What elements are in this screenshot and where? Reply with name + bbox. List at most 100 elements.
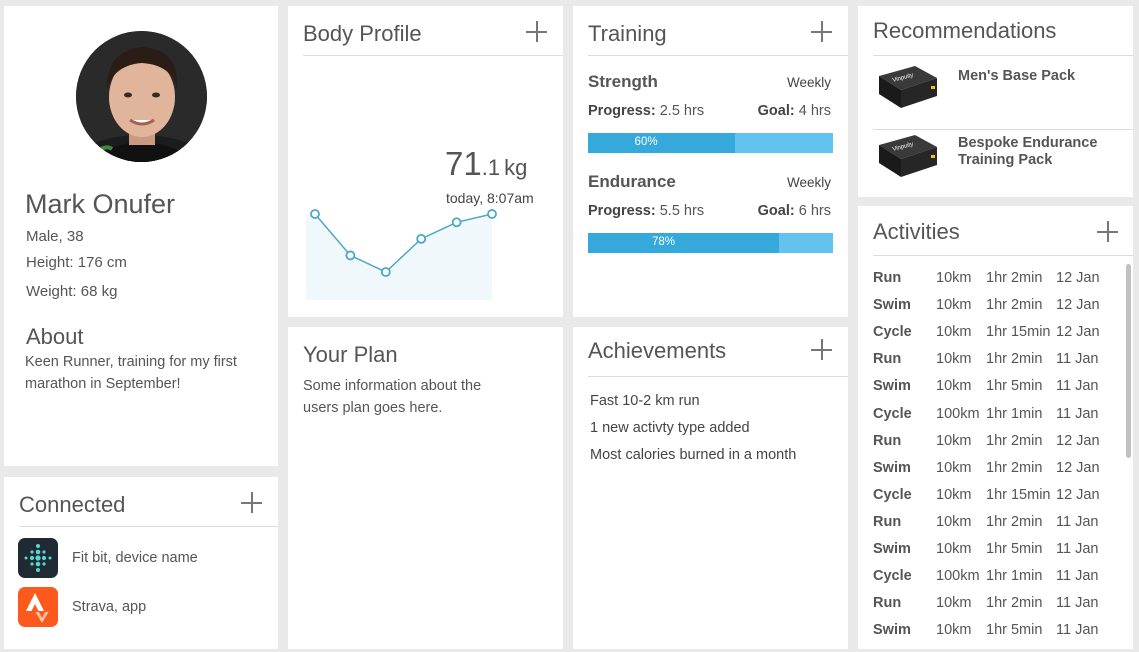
recommendation-item[interactable]: Vinpuity Men's Base Pack xyxy=(873,62,1133,130)
activity-distance: 10km xyxy=(936,324,972,341)
add-achievement-button[interactable] xyxy=(811,339,832,360)
activity-date: 11 Jan xyxy=(1056,405,1099,422)
activity-date: 11 Jan xyxy=(1056,351,1099,368)
training-period: Weekly xyxy=(786,175,831,190)
activities-scrollbar[interactable] xyxy=(1126,264,1131,458)
connected-header: Connected xyxy=(19,477,278,527)
progress-label: Progress: xyxy=(588,203,656,219)
connection-label: Fit bit, device name xyxy=(72,550,198,566)
achievement-item[interactable]: 1 new activty type added xyxy=(590,420,750,436)
training-progress: Progress: 5.5 hrs xyxy=(588,203,704,219)
trend-point xyxy=(310,209,320,219)
achievements-card: Achievements Fast 10-2 km run 1 new acti… xyxy=(573,327,848,649)
recommendation-item[interactable]: Vinpuity Bespoke Endurance Training Pack xyxy=(873,131,1133,197)
progress-label: Progress: xyxy=(588,103,656,119)
goal-label: Goal: xyxy=(757,103,795,119)
activity-date: 11 Jan xyxy=(1056,378,1099,395)
about-text: Keen Runner, training for my first marat… xyxy=(25,354,237,392)
trend-point xyxy=(451,217,462,228)
training-name: Endurance xyxy=(588,172,676,191)
weight-timestamp: today, 8:07am xyxy=(446,190,534,206)
activity-list[interactable]: Run 10km 1hr 2min 12 Jan Swim 10km 1hr 2min 12 … xyxy=(858,206,1133,649)
activity-duration: 1hr 2min xyxy=(986,351,1043,368)
achievements-header: Achievements xyxy=(588,327,848,377)
connection-label: Strava, app xyxy=(72,599,147,615)
activity-distance: 10km xyxy=(936,432,972,449)
progress-value: 2.5 hrs xyxy=(659,103,705,119)
activity-type: Cycle xyxy=(873,324,912,341)
connected-card: Connected Fit bit, device name Strava, a… xyxy=(4,477,278,649)
recommendations-header: Recommendations xyxy=(873,6,1133,56)
recommendation-name: Men's Base Pack xyxy=(958,68,1076,84)
activity-duration: 1hr 1min xyxy=(986,405,1043,422)
add-training-button[interactable] xyxy=(811,21,832,42)
activity-type: Cycle xyxy=(873,405,912,422)
activity-date: 12 Jan xyxy=(1056,297,1100,314)
training-goal: Goal: 4 hrs xyxy=(758,103,831,119)
activity-date: 12 Jan xyxy=(1056,432,1100,449)
training-progress: Progress: 2.5 hrs xyxy=(588,103,704,119)
training-header: Training xyxy=(588,6,848,56)
progress-bar-label: 60% xyxy=(634,136,658,148)
activity-type: Swim xyxy=(873,541,911,557)
achievement-item[interactable]: Most calories burned in a month xyxy=(590,447,796,463)
activity-type: Run xyxy=(873,595,902,612)
recommendations-title: Recommendations xyxy=(873,18,1057,43)
activities-card: Activities Run 10km 1hr 2min 12 Jan Swim 10km… xyxy=(858,206,1133,649)
progress-bar-label: 78% xyxy=(651,236,675,248)
activity-type: Swim xyxy=(873,622,911,639)
goal-value: 4 hrs xyxy=(798,103,831,119)
profile-weight: Weight: 68 kg xyxy=(26,283,118,300)
achievement-item[interactable]: Fast 10-2 km run xyxy=(590,393,700,409)
activity-date: 11 Jan xyxy=(1056,541,1099,557)
activity-date: 11 Jan xyxy=(1056,568,1099,585)
weight-decimal: .1 xyxy=(481,155,501,180)
body-profile-card: Body Profile 71.1 kg today, 8:07am xyxy=(288,6,563,317)
activity-type: Swim xyxy=(873,459,911,476)
body-profile-header: Body Profile xyxy=(303,6,563,56)
product-box-image: Vinpuity xyxy=(879,66,937,108)
strength-progress-bar[interactable]: 60% xyxy=(588,133,833,153)
activity-date: 12 Jan xyxy=(1056,459,1100,476)
activity-distance: 10km xyxy=(936,270,972,286)
activity-duration: 1hr 15min xyxy=(986,486,1051,503)
profile-card: Mark Onufer Male, 38 Height: 176 cm Weig… xyxy=(4,6,278,466)
achievements-title: Achievements xyxy=(588,338,727,363)
training-period: Weekly xyxy=(786,75,831,90)
activity-duration: 1hr 5min xyxy=(986,378,1043,395)
trend-point xyxy=(416,233,427,244)
activity-duration: 1hr 2min xyxy=(986,459,1043,476)
activity-distance: 10km xyxy=(936,459,972,476)
progress-value: 5.5 hrs xyxy=(659,203,705,219)
add-body-measure-button[interactable] xyxy=(526,21,547,42)
activity-date: 11 Jan xyxy=(1056,513,1099,530)
profile-height: Height: 176 cm xyxy=(26,254,127,271)
activity-duration: 1hr 2min xyxy=(986,270,1043,286)
profile-name: Mark Onufer xyxy=(25,189,176,219)
recommendations-card: Recommendations Vinpuity Men's Base Pack… xyxy=(858,6,1133,197)
strava-icon xyxy=(18,587,58,627)
activity-type: Run xyxy=(873,351,902,368)
weight-unit: kg xyxy=(504,155,528,180)
activity-distance: 10km xyxy=(936,378,972,395)
plan-title: Your Plan xyxy=(303,342,398,367)
body-profile-title: Body Profile xyxy=(303,21,422,46)
plan-text: Some information about the users plan go… xyxy=(303,378,482,416)
avatar[interactable] xyxy=(76,31,207,162)
goal-label: Goal: xyxy=(757,203,795,219)
activity-date: 11 Jan xyxy=(1056,595,1099,612)
trend-area xyxy=(306,214,492,300)
endurance-progress-bar[interactable]: 78% xyxy=(588,233,833,253)
activity-date: 12 Jan xyxy=(1056,324,1100,341)
activity-duration: 1hr 5min xyxy=(986,622,1043,639)
training-card: Training Strength Weekly Progress: 2.5 h… xyxy=(573,6,848,317)
activity-distance: 10km xyxy=(936,513,972,530)
activity-distance: 10km xyxy=(936,595,972,612)
connected-title: Connected xyxy=(19,492,126,517)
add-connection-button[interactable] xyxy=(241,492,262,513)
activity-duration: 1hr 5min xyxy=(986,541,1043,557)
training-title: Training xyxy=(588,21,667,46)
goal-value: 6 hrs xyxy=(798,203,831,219)
activity-distance: 10km xyxy=(936,622,972,639)
recommendation-name: Bespoke Endurance Training Pack xyxy=(958,135,1098,168)
